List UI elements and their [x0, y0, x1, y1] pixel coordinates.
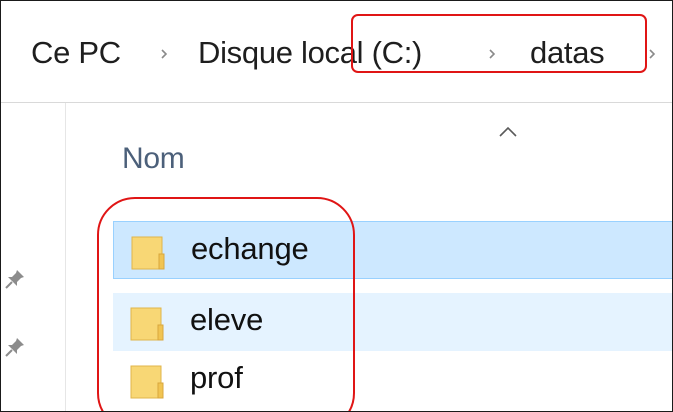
breadcrumb-ce-pc[interactable]: Ce PC — [31, 35, 121, 71]
chevron-up-icon — [497, 125, 519, 139]
chevron-right-icon[interactable] — [487, 49, 497, 59]
chevron-right-icon[interactable] — [159, 49, 169, 59]
navigation-pane — [1, 103, 66, 411]
file-name: echange — [191, 231, 309, 266]
address-bar[interactable]: Ce PC Disque local (C:) datas — [1, 1, 672, 103]
file-name: prof — [190, 360, 243, 395]
list-item[interactable]: eleve — [113, 293, 672, 351]
folder-icon — [128, 361, 168, 401]
list-item[interactable]: prof — [113, 351, 672, 409]
pin-icon[interactable] — [3, 335, 27, 359]
column-header-name[interactable]: Nom — [122, 142, 185, 176]
breadcrumb-disque-local[interactable]: Disque local (C:) — [198, 35, 422, 71]
folder-icon — [128, 303, 168, 343]
list-item[interactable]: echange — [113, 221, 672, 279]
file-name: eleve — [190, 302, 264, 337]
folder-icon — [129, 232, 169, 272]
file-explorer-window: Ce PC Disque local (C:) datas Nom echang… — [0, 0, 673, 412]
pin-icon[interactable] — [3, 267, 27, 291]
chevron-right-icon[interactable] — [647, 49, 657, 59]
breadcrumb-datas[interactable]: datas — [530, 35, 605, 71]
